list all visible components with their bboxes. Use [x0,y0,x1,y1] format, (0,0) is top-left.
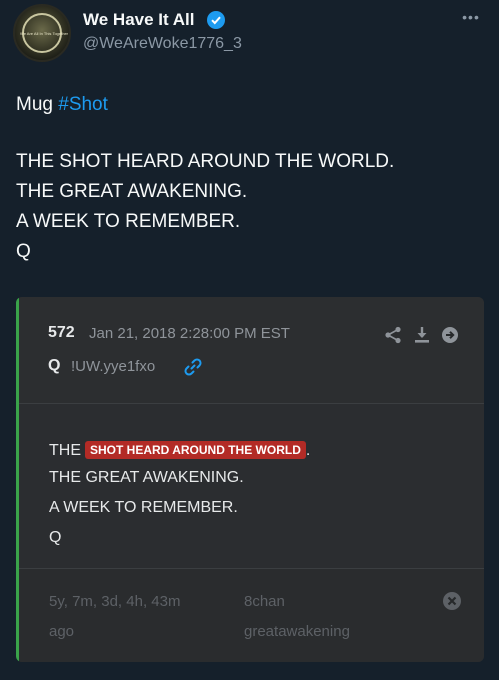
more-options-icon[interactable]: ••• [459,10,483,26]
post-body-suffix: . [305,442,311,459]
board-name[interactable]: greatawakening [244,623,350,640]
link-icon[interactable] [183,357,203,382]
post-body-line: THE GREAT AWAKENING. [49,469,244,486]
board-site[interactable]: 8chan [244,593,285,610]
post-body-line: Q [49,529,62,546]
share-icon[interactable] [384,326,402,349]
author-handle[interactable]: @WeAreWoke1776_3 [83,35,242,53]
tweet-line: THE GREAT AWAKENING. [16,181,248,202]
tripcode: !UW.yye1fxo [71,358,156,375]
avatar-text: We Are All In This Together [19,31,69,36]
tweet-text-prefix: Mug [16,94,59,115]
avatar[interactable]: We Are All In This Together [13,4,71,62]
author-name[interactable]: We Have It All [83,10,194,30]
hashtag-link[interactable]: #Shot [58,94,108,115]
poster-name: Q [48,357,61,374]
arrow-right-circle-icon[interactable] [441,326,459,349]
post-body-line: A WEEK TO REMEMBER. [49,499,238,516]
post-age-suffix: ago [49,623,75,640]
tweet-line: Q [16,241,31,262]
post-age: 5y, 7m, 3d, 4h, 43m [49,593,181,610]
post-number[interactable]: 572 [48,324,75,342]
post-body-prefix: THE [49,442,81,459]
verified-badge-icon [207,11,225,29]
tweet-line-1: Mug #Shot [16,94,108,116]
tweet-line: A WEEK TO REMEMBER. [16,211,241,232]
tweet-line: THE SHOT HEARD AROUND THE WORLD. [16,151,395,172]
accent-bar [16,297,19,662]
close-icon[interactable] [443,592,461,610]
post-header-area [19,297,484,403]
post-date: Jan 21, 2018 2:28:00 PM EST [89,325,290,342]
post-body-line-1: THE SHOT HEARD AROUND THE WORLD. [49,441,310,460]
highlighted-phrase: SHOT HEARD AROUND THE WORLD [85,441,306,459]
post-footer-area [19,569,484,662]
tweet-header: We Are All In This Together We Have It A… [0,0,499,72]
download-icon[interactable] [413,326,431,349]
